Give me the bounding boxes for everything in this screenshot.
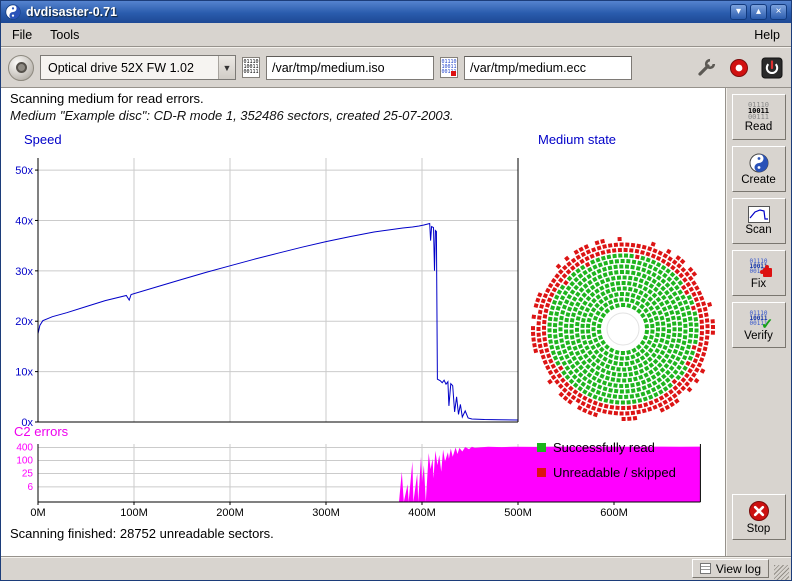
view-log-label: View log [716,562,761,576]
wrench-icon [696,58,716,78]
preferences-button[interactable] [694,56,718,80]
scan-button[interactable]: Scan [732,198,786,244]
ecc-corner-mark [451,71,456,76]
view-log-button[interactable]: View log [692,559,769,578]
lifesaver-icon [729,58,749,78]
puzzle-piece-icon [763,268,772,277]
curve-chart-icon [748,206,770,223]
svg-text:30x: 30x [15,266,33,278]
checkmark-icon: ✓ [761,315,774,333]
legend-successfully-read: Successfully read [537,440,655,455]
svg-text:300M: 300M [312,507,340,519]
ecc-file-icon: 01110 10011 00111 [440,57,458,78]
resize-grip[interactable] [774,565,789,580]
titlebar[interactable]: dvdisaster-0.71 ▾ ▴ × [1,1,791,23]
yinyang-icon [749,153,769,173]
minimize-button[interactable]: ▾ [730,4,747,20]
verify-button[interactable]: 011101001100111 ✓ Verify [732,302,786,348]
menubar: File Tools Help [1,23,791,47]
create-button[interactable]: Create [732,146,786,192]
drive-button[interactable] [8,55,34,81]
toolbar: Optical drive 52X FW 1.02 ▼ 01110 10011 … [1,47,791,88]
c2-chart-title: C2 errors [14,424,68,439]
medium-state-disc [528,234,718,424]
stop-button[interactable]: Stop [732,494,786,540]
help-button[interactable] [727,56,751,80]
create-label: Create [741,174,776,186]
binary-icon: 011101001100111 [748,102,769,120]
svg-text:40x: 40x [15,215,33,227]
legend-label: Successfully read [553,440,655,455]
read-button[interactable]: 011101001100111 Read [732,94,786,140]
speed-chart-title: Speed [24,132,62,147]
medium-state-title: Medium state [538,132,616,147]
svg-text:500M: 500M [504,507,532,519]
menu-file[interactable]: File [3,25,41,45]
drive-select[interactable]: Optical drive 52X FW 1.02 ▼ [40,55,236,80]
app-yinyang-icon [5,4,21,20]
maximize-button[interactable]: ▴ [750,4,767,20]
svg-text:0M: 0M [30,507,45,519]
scan-label: Scan [745,224,771,236]
green-swatch [537,443,546,452]
svg-text:50x: 50x [15,165,33,177]
svg-text:6: 6 [27,482,33,493]
svg-text:20x: 20x [15,316,33,328]
stop-label: Stop [747,523,771,535]
svg-text:200M: 200M [216,507,244,519]
chevron-down-icon: ▼ [218,56,235,79]
svg-text:10x: 10x [15,367,33,379]
iso-file-icon: 01110 10011 00111 [242,57,260,78]
svg-text:100: 100 [16,455,33,466]
stop-icon [748,500,770,522]
iso-path-input[interactable] [266,56,434,80]
svg-text:25: 25 [22,468,34,479]
statusbar: View log [1,556,791,580]
legend-label: Unreadable / skipped [553,465,676,480]
scan-status-line: Scanning medium for read errors. [10,91,204,106]
quit-button[interactable] [760,56,784,80]
content-area: 0x10x20x30x40x50x4001002560M100M200M300M… [1,88,791,556]
action-sidebar: 011101001100111 Read Create Scan [725,88,791,556]
svg-text:100M: 100M [120,507,148,519]
power-icon [761,57,783,79]
window-title: dvdisaster-0.71 [26,5,727,19]
fix-label: Fix [751,278,766,290]
close-button[interactable]: × [770,4,787,20]
log-icon [700,563,711,574]
app-window: dvdisaster-0.71 ▾ ▴ × File Tools Help Op… [0,0,792,581]
cd-icon [16,62,27,73]
medium-info-line: Medium "Example disc": CD-R mode 1, 3524… [10,108,454,123]
menu-tools[interactable]: Tools [41,25,88,45]
checkmark-binary-icon: 011101001100111 ✓ [746,309,772,329]
ecc-path-input[interactable] [464,56,632,80]
svg-text:600M: 600M [600,507,628,519]
fix-button[interactable]: 011101001100111 Fix [732,250,786,296]
scan-finished-status: Scanning finished: 28752 unreadable sect… [10,526,274,541]
red-swatch [537,468,546,477]
drive-select-value: Optical drive 52X FW 1.02 [41,56,218,79]
menu-help[interactable]: Help [745,25,789,45]
legend-unreadable: Unreadable / skipped [537,465,676,480]
puzzle-binary-icon: 011101001100111 [746,257,772,277]
svg-text:400M: 400M [408,507,436,519]
read-label: Read [745,121,773,133]
scan-panel: 0x10x20x30x40x50x4001002560M100M200M300M… [1,88,725,556]
svg-text:400: 400 [16,442,33,453]
